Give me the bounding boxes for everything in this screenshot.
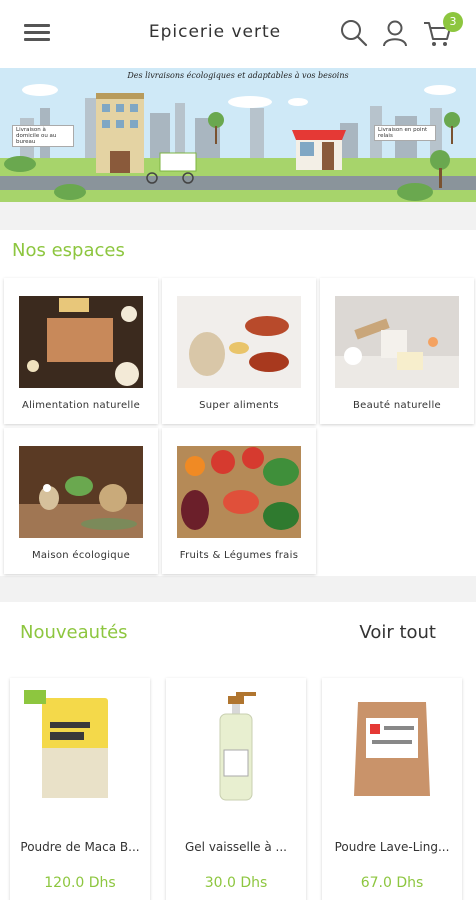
search-icon[interactable] [339, 18, 369, 48]
natural-food-image [19, 296, 143, 388]
eco-home-image [19, 446, 143, 538]
product-card-laundry-powder[interactable]: Poudre Lave-Ling... 67.0 Dhs [322, 678, 462, 900]
product-card-maca[interactable]: Poudre de Maca B... 120.0 Dhs [10, 678, 150, 900]
product-image-laundry-powder [332, 688, 452, 808]
hamburger-menu-icon[interactable] [24, 22, 50, 44]
product-name: Poudre de Maca B... [20, 840, 140, 854]
app-header: Epicerie verte 3 [0, 0, 476, 68]
space-label: Super aliments [199, 400, 279, 411]
banner-headline: Des livraisons écologiques et adaptables… [127, 71, 349, 80]
app-title: Epicerie verte [148, 22, 282, 42]
banner-sign-home-delivery: Livraison à domicile ou au bureau [12, 125, 74, 147]
cart-count-badge: 3 [443, 12, 463, 32]
natural-beauty-image [335, 296, 459, 388]
product-price: 67.0 Dhs [360, 875, 424, 891]
product-image-maca [20, 688, 140, 808]
fresh-produce-image [177, 446, 301, 538]
space-label: Alimentation naturelle [21, 400, 141, 411]
space-card-natural-beauty[interactable]: Beauté naturelle [320, 278, 474, 424]
product-image-dish-gel [176, 688, 296, 808]
space-card-fresh-produce[interactable]: Fruits & Légumes frais [162, 428, 316, 574]
product-price: 30.0 Dhs [204, 875, 268, 891]
see-all-link[interactable]: Voir tout [359, 622, 436, 643]
spaces-title: Nos espaces [12, 240, 125, 261]
new-products-title: Nouveautés [20, 622, 128, 643]
space-label: Maison écologique [31, 550, 131, 561]
space-label: Fruits & Légumes frais [179, 550, 299, 561]
space-card-natural-food[interactable]: Alimentation naturelle [4, 278, 158, 424]
space-card-superfoods[interactable]: Super aliments [162, 278, 316, 424]
product-name: Gel vaisselle à ... [185, 840, 287, 854]
superfoods-image [177, 296, 301, 388]
space-card-eco-home[interactable]: Maison écologique [4, 428, 158, 574]
space-label: Beauté naturelle [352, 400, 441, 411]
banner-sign-pickup: Livraison en point relais [374, 125, 436, 141]
user-icon[interactable] [380, 18, 410, 48]
product-card-dish-gel[interactable]: Gel vaisselle à ... 30.0 Dhs [166, 678, 306, 900]
product-name: Poudre Lave-Ling... [334, 840, 450, 854]
product-price: 120.0 Dhs [44, 875, 116, 891]
